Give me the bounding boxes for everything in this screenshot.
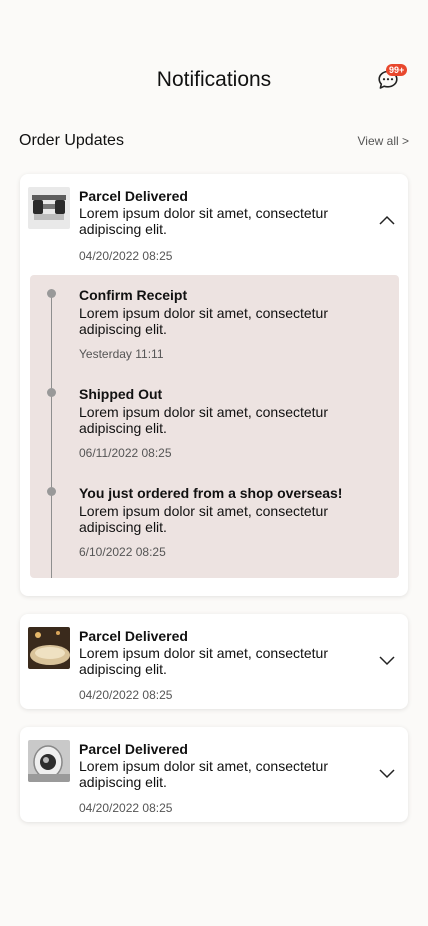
card-message: Lorem ipsum dolor sit amet, consectetur … (79, 645, 328, 677)
notification-card[interactable]: Parcel Delivered Lorem ipsum dolor sit a… (20, 614, 408, 709)
product-thumbnail (28, 627, 70, 669)
timeline-item-message: Lorem ipsum dolor sit amet, consectetur … (79, 305, 328, 337)
timeline-item-title: You just ordered from a shop overseas! (79, 485, 343, 501)
notification-count-badge: 99+ (386, 64, 408, 76)
card-message: Lorem ipsum dolor sit amet, consectetur … (79, 758, 328, 790)
view-all-link[interactable]: View all > (358, 134, 409, 148)
timeline-line (51, 293, 52, 578)
notification-card[interactable]: Parcel Delivered Lorem ipsum dolor sit a… (20, 174, 408, 596)
timeline-item-message: Lorem ipsum dolor sit amet, consectetur … (79, 404, 328, 436)
card-date: 04/20/2022 08:25 (79, 801, 173, 815)
chat-button[interactable]: 99+ (376, 64, 408, 92)
card-date: 04/20/2022 08:25 (79, 249, 173, 263)
order-timeline: Confirm Receipt Lorem ipsum dolor sit am… (30, 275, 399, 578)
chevron-up-icon[interactable] (378, 214, 396, 226)
page-title: Notifications (156, 68, 272, 91)
card-title: Parcel Delivered (79, 188, 188, 204)
timeline-item-title: Confirm Receipt (79, 287, 188, 303)
chevron-down-icon[interactable] (378, 767, 396, 779)
timeline-dot (47, 487, 56, 496)
card-date: 04/20/2022 08:25 (79, 688, 173, 702)
product-thumbnail (28, 740, 70, 782)
chevron-down-icon[interactable] (378, 654, 396, 666)
timeline-item-title: Shipped Out (79, 386, 163, 402)
timeline-dot (47, 388, 56, 397)
card-message: Lorem ipsum dolor sit amet, consectetur … (79, 205, 328, 237)
timeline-item-date: Yesterday 11:11 (79, 347, 164, 361)
card-title: Parcel Delivered (79, 741, 188, 757)
order-updates-header: Order Updates View all > (19, 132, 409, 152)
notification-card[interactable]: Parcel Delivered Lorem ipsum dolor sit a… (20, 727, 408, 822)
timeline-dot (47, 289, 56, 298)
section-title: Order Updates (19, 132, 124, 149)
timeline-item-date: 6/10/2022 08:25 (79, 545, 166, 559)
page-header: Notifications 99+ (0, 60, 428, 100)
product-thumbnail (28, 187, 70, 229)
timeline-item-message: Lorem ipsum dolor sit amet, consectetur … (79, 503, 328, 535)
timeline-item-date: 06/11/2022 08:25 (79, 446, 172, 460)
card-title: Parcel Delivered (79, 628, 188, 644)
